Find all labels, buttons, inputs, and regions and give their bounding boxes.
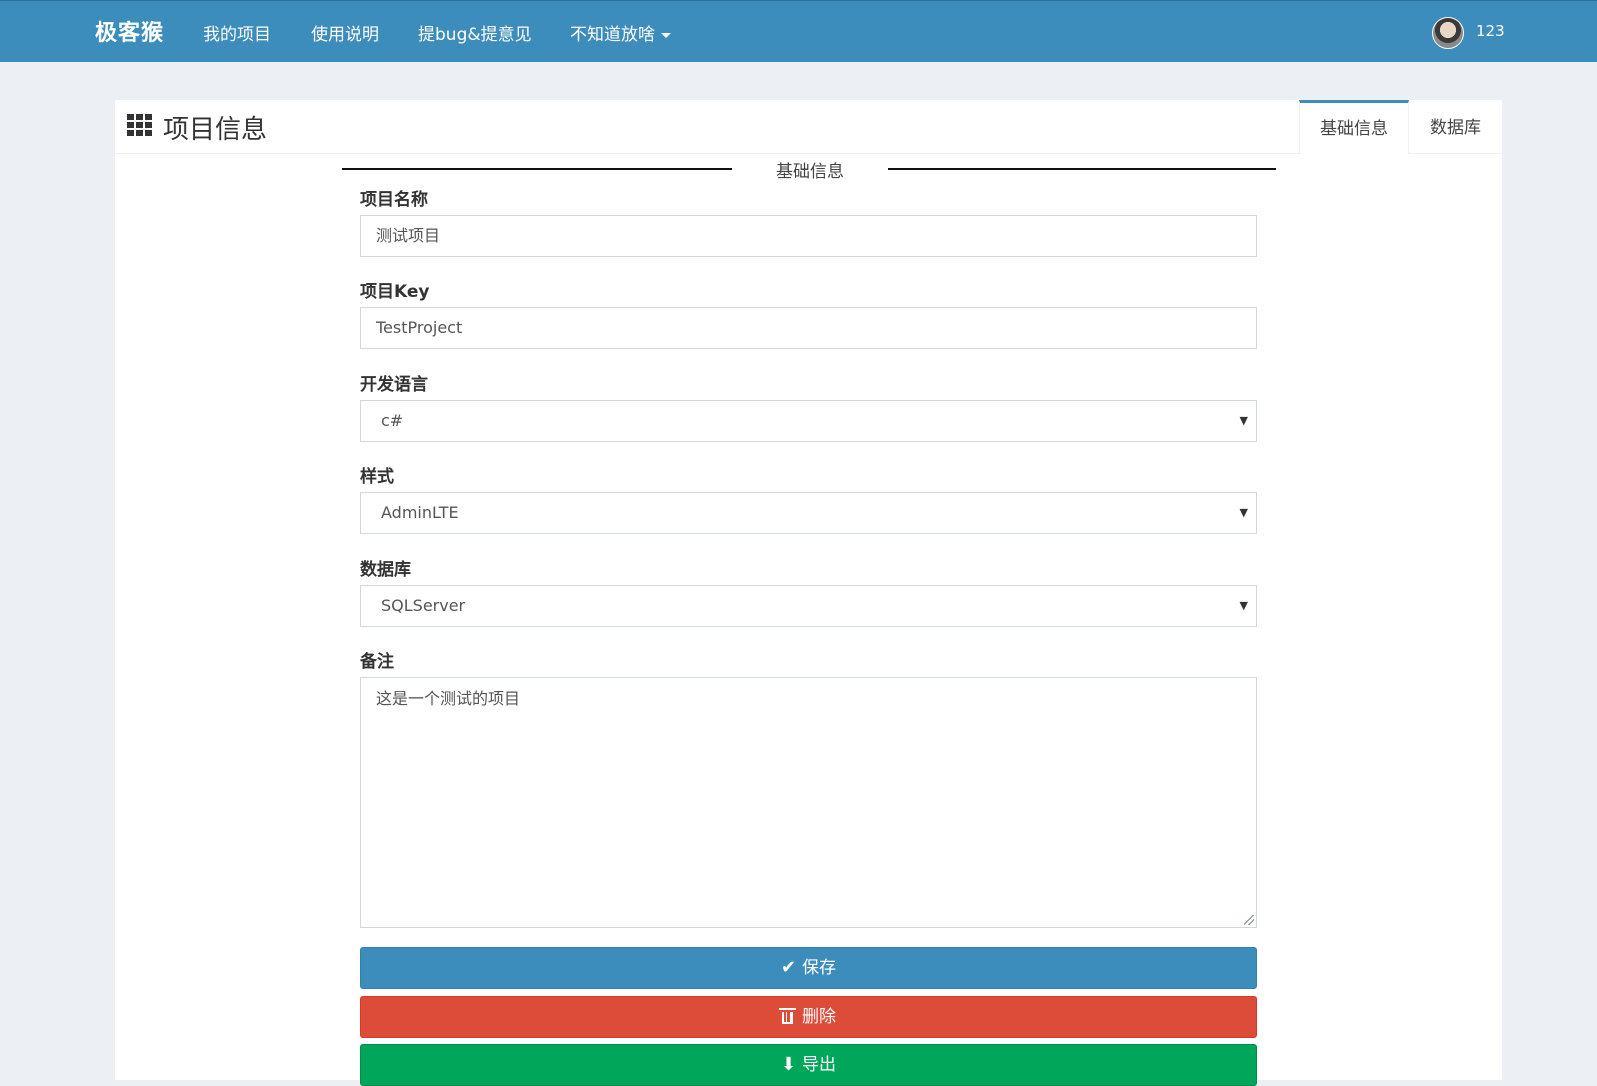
style-label: 样式 xyxy=(360,467,394,487)
select-arrow-icon: ▼ xyxy=(1239,506,1248,519)
language-select[interactable]: c# ▼ xyxy=(360,400,1257,442)
legend-divider-right xyxy=(888,168,1276,170)
panel-header: 项目信息 基础信息 数据库 xyxy=(115,100,1502,154)
database-select-value: SQLServer xyxy=(381,596,466,615)
th-grid-icon xyxy=(127,114,153,136)
page-title: 项目信息 xyxy=(163,115,268,145)
remark-label: 备注 xyxy=(360,652,394,672)
database-label: 数据库 xyxy=(360,560,411,580)
nav-usage-guide[interactable]: 使用说明 xyxy=(311,20,379,45)
select-arrow-icon: ▼ xyxy=(1239,599,1248,612)
top-navbar: 极客猴 我的项目 使用说明 提bug&提意见 不知道放啥 123 xyxy=(0,0,1597,62)
style-select[interactable]: AdminLTE ▼ xyxy=(360,492,1257,534)
remark-textarea[interactable]: 这是一个测试的项目 xyxy=(360,677,1257,928)
nav-dropdown-label: 不知道放啥 xyxy=(570,25,655,45)
user-name[interactable]: 123 xyxy=(1476,22,1505,40)
export-button-label: 导出 xyxy=(802,1055,837,1075)
project-name-label: 项目名称 xyxy=(360,190,428,210)
trash-icon xyxy=(779,1008,796,1024)
delete-button-label: 删除 xyxy=(802,1007,836,1027)
user-avatar[interactable] xyxy=(1432,17,1464,49)
language-label: 开发语言 xyxy=(360,375,428,395)
language-select-value: c# xyxy=(381,411,404,430)
remark-text: 这是一个测试的项目 xyxy=(376,689,521,708)
delete-button[interactable]: 删除 xyxy=(360,996,1257,1038)
nav-dropdown[interactable]: 不知道放啥 xyxy=(570,20,671,45)
tab-basic-info[interactable]: 基础信息 xyxy=(1299,100,1409,154)
database-select[interactable]: SQLServer ▼ xyxy=(360,585,1257,627)
caret-down-icon xyxy=(661,32,671,38)
fieldset-legend: 基础信息 xyxy=(776,162,844,182)
project-name-input[interactable]: 测试项目 xyxy=(360,215,1257,257)
style-select-value: AdminLTE xyxy=(381,503,459,522)
brand-logo[interactable]: 极客猴 xyxy=(95,15,164,47)
nav-my-projects[interactable]: 我的项目 xyxy=(203,20,271,45)
save-button[interactable]: ✔ 保存 xyxy=(360,947,1257,989)
tab-database[interactable]: 数据库 xyxy=(1409,100,1502,154)
select-arrow-icon: ▼ xyxy=(1239,414,1248,427)
nav-feedback[interactable]: 提bug&提意见 xyxy=(418,20,532,45)
download-icon: ⬇ xyxy=(780,1054,797,1075)
legend-divider-left xyxy=(342,168,732,170)
resize-handle-icon[interactable] xyxy=(1244,915,1254,925)
project-key-input[interactable]: TestProject xyxy=(360,307,1257,349)
check-icon: ✔ xyxy=(780,957,797,978)
save-button-label: 保存 xyxy=(802,958,837,978)
project-key-label: 项目Key xyxy=(360,282,430,302)
